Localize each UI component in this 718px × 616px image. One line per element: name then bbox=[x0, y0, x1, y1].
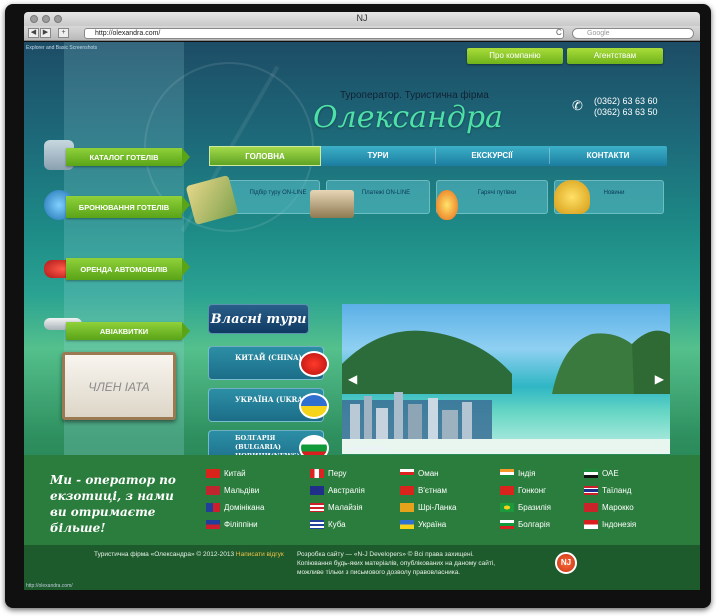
sidebar-item-label: АВІАКВИТКИ bbox=[66, 322, 190, 340]
flag-icon bbox=[584, 486, 598, 495]
flag-icon bbox=[310, 503, 324, 512]
flag-icon bbox=[310, 469, 324, 478]
country-link[interactable]: Індія bbox=[500, 467, 535, 480]
slider-next-icon[interactable]: ▶ bbox=[655, 372, 664, 386]
sidebar-item-label: БРОНЮВАННЯ ГОТЕЛІВ bbox=[66, 196, 190, 218]
slogan: Ми - оператор по екзотиці, з нами ви отр… bbox=[50, 473, 176, 535]
sidebar-item-hotel-catalog[interactable]: КАТАЛОГ ГОТЕЛІВ bbox=[42, 140, 192, 174]
tab-tours[interactable]: ТУРИ bbox=[321, 146, 435, 166]
country-link[interactable]: Таїланд bbox=[584, 484, 631, 497]
tour-card-ukraine[interactable]: УКРАЇНА (UKRAINE) bbox=[208, 388, 329, 422]
slide-caption: м. Шанхай, Китай bbox=[346, 446, 387, 452]
flag-icon bbox=[310, 520, 324, 529]
flag-icon bbox=[400, 503, 414, 512]
copyright-text: Туристична фірма «Олександра» © 2012-201… bbox=[94, 551, 235, 558]
tour-card-label: КИТАЙ (CHINA) bbox=[235, 353, 302, 362]
feedback-link[interactable]: Написати відгук bbox=[236, 551, 284, 558]
browser-toolbar: ◀ ▶ + http://olexandra.com/ C Google bbox=[24, 26, 700, 41]
window-title: NJ bbox=[356, 13, 368, 23]
country-link[interactable]: Австралія bbox=[310, 484, 365, 497]
country-link[interactable]: Україна bbox=[400, 518, 446, 531]
tour-card-china[interactable]: КИТАЙ (CHINA) bbox=[208, 346, 329, 380]
sidebar-item-car-rental[interactable]: ОРЕНДА АВТОМОБІЛІВ bbox=[42, 252, 192, 286]
flag-icon bbox=[310, 486, 324, 495]
ukraine-flag-icon bbox=[299, 393, 329, 419]
flag-icon bbox=[400, 486, 414, 495]
developer-notice: Розробка сайту — «N-J Developers» © Всі … bbox=[297, 551, 496, 576]
tab-home[interactable]: ГОЛОВНА bbox=[209, 146, 321, 166]
url-input[interactable]: http://olexandra.com/ bbox=[84, 28, 564, 39]
add-bookmark-icon[interactable]: + bbox=[58, 28, 69, 38]
photo-slider[interactable]: ◀ ▶ м. Шанхай, Китай bbox=[342, 304, 670, 454]
country-link[interactable]: В'єтнам bbox=[400, 484, 447, 497]
main-navigation: ГОЛОВНА ТУРИ ЕКСКУРСІЇ КОНТАКТИ bbox=[209, 146, 667, 166]
money-icon bbox=[310, 190, 354, 218]
agencies-button[interactable]: Агентствам bbox=[567, 48, 663, 64]
developer-logo[interactable]: NJ bbox=[555, 552, 577, 574]
flag-icon bbox=[584, 469, 598, 478]
country-link[interactable]: Куба bbox=[310, 518, 346, 531]
flag-icon bbox=[206, 486, 220, 495]
sidebar-item-label: КАТАЛОГ ГОТЕЛІВ bbox=[66, 148, 190, 166]
sidebar-item-hotel-booking[interactable]: БРОНЮВАННЯ ГОТЕЛІВ bbox=[42, 190, 192, 224]
tab-excursions[interactable]: ЕКСКУРСІЇ bbox=[435, 146, 549, 166]
flag-icon bbox=[206, 469, 220, 478]
fire-icon bbox=[436, 190, 458, 220]
china-flag-icon bbox=[299, 351, 329, 377]
country-link[interactable]: Індонезія bbox=[584, 518, 636, 531]
status-bar-text: http://olexandra.com/ bbox=[26, 583, 73, 589]
flag-icon bbox=[500, 520, 514, 529]
country-link[interactable]: Домінікана bbox=[206, 501, 264, 514]
country-link[interactable]: Оман bbox=[400, 467, 439, 480]
country-link[interactable]: Малайзія bbox=[310, 501, 363, 514]
slider-prev-icon[interactable]: ◀ bbox=[348, 372, 357, 386]
phone-numbers: (0362) 63 63 60 (0362) 63 63 50 bbox=[594, 96, 658, 118]
slide-image bbox=[342, 330, 670, 454]
country-link[interactable]: Філіппіни bbox=[206, 518, 258, 531]
search-input[interactable]: Google bbox=[572, 28, 694, 39]
tab-contacts[interactable]: КОНТАКТИ bbox=[549, 146, 667, 166]
web-page: Explorer and Basic Screenshots Про компа… bbox=[24, 42, 700, 590]
own-tours-title: Власні тури bbox=[208, 304, 309, 334]
forward-icon[interactable]: ▶ bbox=[40, 28, 51, 38]
flag-icon bbox=[400, 469, 414, 478]
country-link[interactable]: Мальдіви bbox=[206, 484, 259, 497]
flag-icon bbox=[500, 503, 514, 512]
reload-icon[interactable]: C bbox=[556, 28, 562, 37]
flag-icon bbox=[500, 486, 514, 495]
flag-icon bbox=[500, 469, 514, 478]
country-link[interactable]: Гонконг bbox=[500, 484, 546, 497]
iata-member-badge[interactable]: ЧЛЕН IATA bbox=[62, 352, 176, 420]
about-company-button[interactable]: Про компанію bbox=[467, 48, 563, 64]
sidebar-item-label: ОРЕНДА АВТОМОБІЛІВ bbox=[66, 258, 190, 280]
flag-icon bbox=[584, 520, 598, 529]
back-icon[interactable]: ◀ bbox=[28, 28, 39, 38]
country-link[interactable]: Перу bbox=[310, 467, 347, 480]
country-link[interactable]: Шрі-Ланка bbox=[400, 501, 456, 514]
iata-label: ЧЛЕН IATA bbox=[88, 380, 150, 394]
country-link[interactable]: Марокко bbox=[584, 501, 634, 514]
flag-icon bbox=[584, 503, 598, 512]
sidebar-item-air-tickets[interactable]: АВІАКВИТКИ bbox=[42, 312, 192, 346]
phone-number: (0362) 63 63 50 bbox=[594, 107, 658, 117]
flag-icon bbox=[206, 520, 220, 529]
country-link[interactable]: ОАЕ bbox=[584, 467, 619, 480]
site-logo[interactable]: Олександра bbox=[313, 100, 503, 135]
title-bar: NJ bbox=[24, 12, 700, 26]
footer-copyright: Туристична фірма «Олександра» © 2012-201… bbox=[94, 550, 284, 559]
helmet-icon bbox=[554, 180, 590, 214]
phone-number: (0362) 63 63 60 bbox=[594, 96, 658, 106]
flag-icon bbox=[206, 503, 220, 512]
flag-icon bbox=[400, 520, 414, 529]
country-link[interactable]: Бразилія bbox=[500, 501, 551, 514]
country-link[interactable]: Китай bbox=[206, 467, 246, 480]
country-link[interactable]: Болгарія bbox=[500, 518, 550, 531]
phone-icon: ✆ bbox=[572, 98, 583, 113]
